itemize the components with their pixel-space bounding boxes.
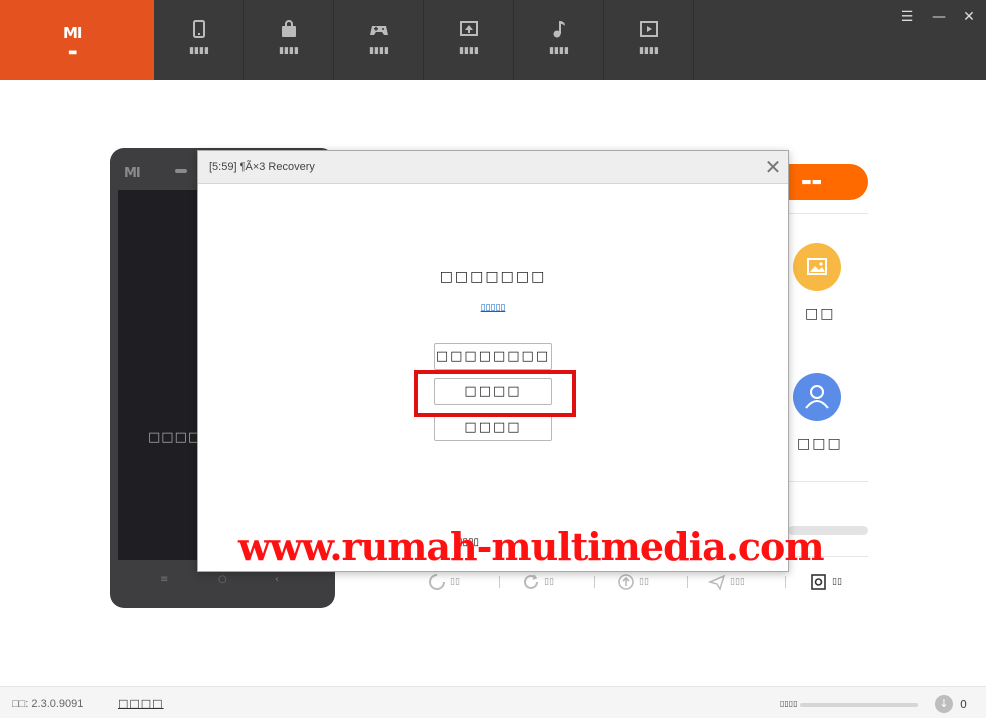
contacts-label: □□□ xyxy=(797,436,843,452)
screenshot-icon xyxy=(811,574,826,590)
tab-wallpaper[interactable]: ▮▮▮▮ xyxy=(424,0,514,80)
tab-games-label: ▮▮▮▮ xyxy=(369,46,389,56)
phone-icon xyxy=(193,20,205,38)
home-tab-label: ▬ xyxy=(68,47,78,58)
dialog-help-link[interactable]: ▯▯▯▯▯ xyxy=(198,303,788,313)
highlight-annotation xyxy=(414,370,576,417)
dialog-option-button-1[interactable]: □□□□□□□□ xyxy=(434,343,552,370)
close-window-button[interactable]: ✕ xyxy=(960,9,978,25)
image-icon xyxy=(807,258,827,275)
backup-label: ▯▯ xyxy=(450,577,460,587)
upgrade-label: ▯▯ xyxy=(639,577,649,587)
home-key-icon: ○ xyxy=(218,574,227,585)
back-key-icon: ‹ xyxy=(275,574,279,585)
toolbar-separator xyxy=(687,576,688,588)
status-bar: □□: 2.3.0.9091 □□□□ ▯▯▯▯ ↓ 0 xyxy=(0,686,986,718)
dialog-titlebar: [5:59] ¶Ã×3 Recovery ✕ xyxy=(198,151,788,184)
phone-brand-logo: MI xyxy=(124,166,141,181)
dialog-option-button-3[interactable]: □□□□ xyxy=(434,414,552,441)
download-icon[interactable]: ↓ xyxy=(935,695,953,713)
restore-icon xyxy=(524,574,538,589)
dialog-title: [5:59] ¶Ã×3 Recovery xyxy=(209,161,315,173)
watermark-text: www.rumah-multimedia.com xyxy=(238,524,825,569)
send-icon xyxy=(708,574,726,591)
status-link[interactable]: □□□□ xyxy=(118,697,164,710)
tab-wallpaper-label: ▮▮▮▮ xyxy=(459,46,479,56)
home-tab[interactable]: MI ▬ xyxy=(0,0,154,80)
send-label: ▯▯▯ xyxy=(730,577,745,587)
upgrade-icon xyxy=(618,574,634,590)
divider xyxy=(788,481,868,482)
tab-video-label: ▮▮▮▮ xyxy=(639,46,659,56)
recovery-dialog: [5:59] ¶Ã×3 Recovery ✕ □□□□□□□ ▯▯▯▯▯ □□□… xyxy=(197,150,789,572)
mi-logo: MI xyxy=(63,24,82,42)
gallery-button[interactable] xyxy=(793,243,841,291)
toolbar-separator xyxy=(499,576,500,588)
divider xyxy=(788,213,868,214)
phone-nav-keys: ≡ ○ ‹ xyxy=(110,574,335,588)
top-navigation-bar: MI ▬ ▮▮▮▮ ▮▮▮▮ ▮▮▮▮ ▮▮▮▮ ▮▮▮▮ ▮▮▮▮ ☰ — ✕ xyxy=(0,0,986,80)
shopping-bag-icon xyxy=(282,20,296,37)
tab-phone[interactable]: ▮▮▮▮ xyxy=(154,0,244,80)
tab-video[interactable]: ▮▮▮▮ xyxy=(604,0,694,80)
toolbar-separator xyxy=(785,576,786,588)
gallery-label: □□ xyxy=(805,306,836,322)
contacts-button[interactable] xyxy=(793,373,841,421)
music-note-icon xyxy=(553,21,565,38)
dialog-close-button[interactable]: ✕ xyxy=(764,157,782,177)
backup-icon xyxy=(429,574,445,590)
video-icon xyxy=(640,21,658,37)
phone-speaker xyxy=(175,169,187,173)
menu-key-icon: ≡ xyxy=(160,574,169,585)
tab-music[interactable]: ▮▮▮▮ xyxy=(514,0,604,80)
version-text: □□: 2.3.0.9091 xyxy=(12,698,84,710)
tab-apps-label: ▮▮▮▮ xyxy=(279,46,299,56)
wallpaper-icon xyxy=(460,21,478,36)
minimize-button[interactable]: — xyxy=(930,9,948,25)
menu-icon[interactable]: ☰ xyxy=(898,9,916,25)
tab-games[interactable]: ▮▮▮▮ xyxy=(334,0,424,80)
user-icon xyxy=(805,385,829,409)
tab-apps[interactable]: ▮▮▮▮ xyxy=(244,0,334,80)
download-speed-text: ▯▯▯▯ xyxy=(780,699,798,708)
download-progress-bar xyxy=(800,703,918,707)
tab-music-label: ▮▮▮▮ xyxy=(549,46,569,56)
gamepad-icon xyxy=(370,26,388,35)
tab-phone-label: ▮▮▮▮ xyxy=(189,46,209,56)
toolbar-separator xyxy=(594,576,595,588)
dialog-message: □□□□□□□ xyxy=(439,269,547,285)
screenshot-label: ▯▯ xyxy=(832,577,842,587)
download-count: 0 xyxy=(960,698,967,711)
restore-label: ▯▯ xyxy=(544,577,554,587)
